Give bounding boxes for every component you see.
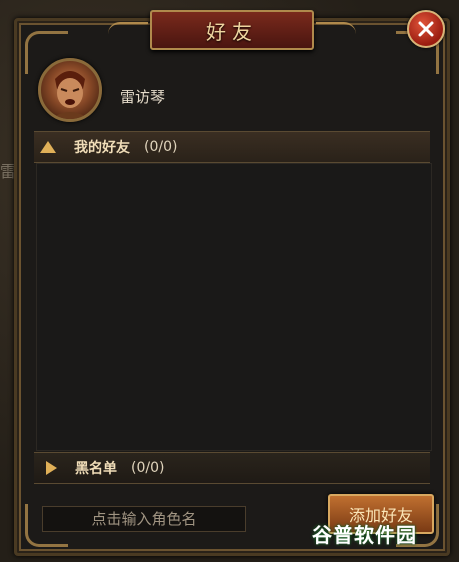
window-title: 好友 xyxy=(206,19,258,44)
friends-list xyxy=(36,163,432,451)
avatar[interactable] xyxy=(38,58,102,122)
player-name: 雷访琴 xyxy=(120,88,166,106)
friends-section-toggle[interactable]: 我的好友 (0/0) xyxy=(34,131,430,163)
friends-section-label: 我的好友 xyxy=(74,140,130,156)
watermark: 谷普软件园 xyxy=(312,514,452,552)
close-icon xyxy=(418,21,434,37)
warrior-portrait-icon xyxy=(51,71,89,119)
collapse-arrow-icon xyxy=(40,141,56,153)
watermark-text: 谷普软件园 xyxy=(312,522,417,547)
game-scene: 雷 好友 雷访琴 我的好友 (0/0) 黑名单 (0/0) 点击输入角色名 添加… xyxy=(0,0,459,562)
blacklist-section-toggle[interactable]: 黑名单 (0/0) xyxy=(34,452,430,484)
blacklist-count: (0/0) xyxy=(131,460,165,476)
title-banner: 好友 xyxy=(108,10,356,50)
player-header: 雷访琴 xyxy=(34,48,432,122)
expand-arrow-icon xyxy=(46,461,57,475)
blacklist-section-label: 黑名单 xyxy=(75,461,117,477)
close-button[interactable] xyxy=(407,10,445,48)
friends-count: (0/0) xyxy=(144,139,178,155)
role-name-input[interactable] xyxy=(42,506,246,532)
